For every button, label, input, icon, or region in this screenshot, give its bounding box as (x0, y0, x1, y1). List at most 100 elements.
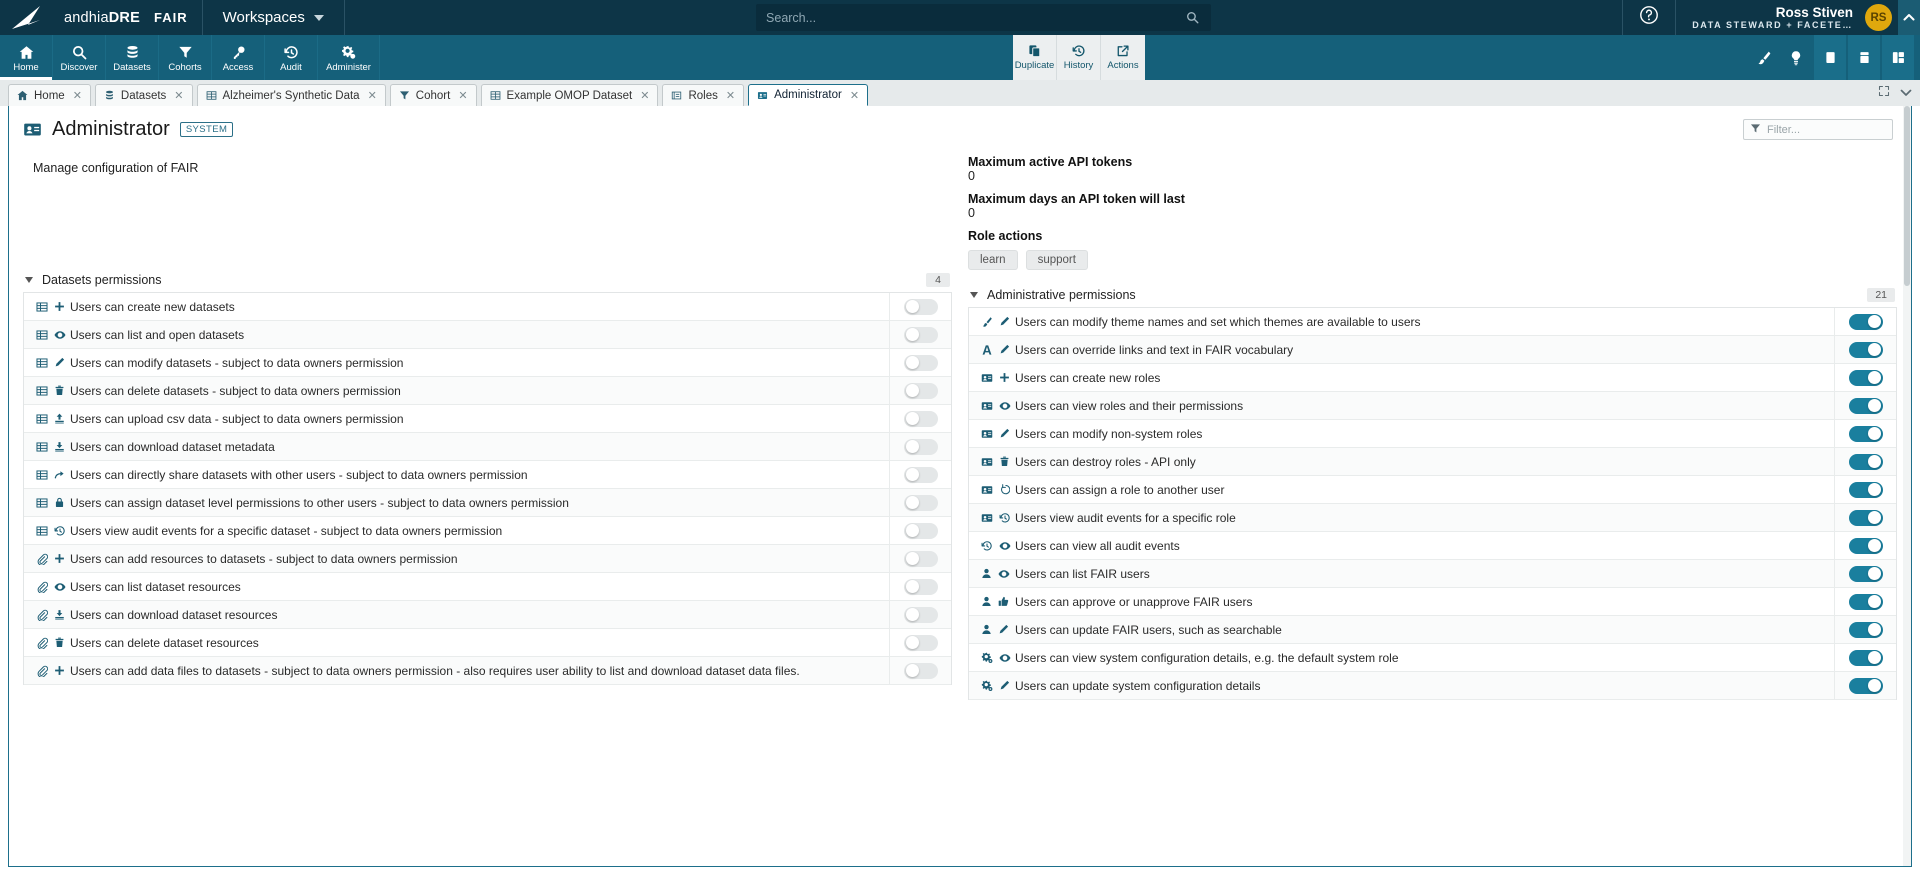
permission-toggle[interactable] (1848, 509, 1883, 526)
permission-toggle[interactable] (1848, 341, 1883, 358)
close-icon[interactable]: ✕ (726, 89, 735, 102)
expand-icon[interactable] (1878, 84, 1890, 102)
permission-toggle[interactable] (903, 354, 938, 371)
permission-toggle[interactable] (1848, 453, 1883, 470)
chevron-down-icon[interactable] (1900, 84, 1912, 102)
permission-toggle[interactable] (903, 494, 938, 511)
permission-toggle[interactable] (903, 438, 938, 455)
permission-toggle[interactable] (1848, 369, 1883, 386)
panel-single-icon[interactable] (1814, 35, 1846, 80)
nav-item-datasets[interactable]: Datasets (106, 35, 159, 80)
permission-toggle[interactable] (903, 522, 938, 539)
pencil-icon (998, 624, 1009, 635)
close-icon[interactable]: ✕ (640, 89, 649, 102)
nav-item-discover[interactable]: Discover (53, 35, 106, 80)
tab-datasets[interactable]: Datasets ✕ (94, 84, 193, 106)
brand-name-part1: andhia (64, 9, 109, 26)
search-icon[interactable] (1186, 11, 1211, 24)
vertical-scrollbar[interactable] (1903, 106, 1911, 866)
nav-item-cohorts[interactable]: Cohorts (159, 35, 212, 80)
history-button[interactable]: History (1057, 35, 1101, 80)
permission-toggle[interactable] (903, 578, 938, 595)
filter-field[interactable] (1743, 119, 1893, 140)
permission-toggle[interactable] (903, 298, 938, 315)
close-icon[interactable]: ✕ (368, 89, 377, 102)
id-card-icon (981, 484, 993, 496)
permission-toggle[interactable] (1848, 621, 1883, 638)
search-input[interactable] (756, 10, 1187, 25)
permission-toggle[interactable] (1848, 481, 1883, 498)
close-icon[interactable]: ✕ (73, 89, 82, 102)
toggle-knob (1867, 399, 1881, 412)
tab-roles[interactable]: Roles ✕ (662, 84, 745, 106)
permission-toggle[interactable] (903, 634, 938, 651)
close-icon[interactable]: ✕ (850, 89, 859, 102)
permission-toggle[interactable] (1848, 397, 1883, 414)
brand-logo[interactable]: andhiaDRE FAIR (0, 0, 203, 35)
permission-row: Users view audit events for a specific d… (24, 517, 951, 545)
database-icon (104, 90, 115, 101)
duplicate-label: Duplicate (1014, 60, 1055, 71)
tab-alzheimers-synthetic-data[interactable]: Alzheimer's Synthetic Data ✕ (196, 84, 386, 106)
tab-home[interactable]: Home ✕ (8, 84, 91, 106)
toggle-knob (905, 580, 919, 593)
nav-item-administer[interactable]: Administer (318, 35, 380, 80)
avatar[interactable]: RS (1865, 4, 1892, 31)
help-button[interactable] (1622, 0, 1677, 35)
lightbulb-icon[interactable] (1780, 35, 1812, 80)
permission-toggle[interactable] (903, 606, 938, 623)
support-button[interactable]: support (1025, 250, 1088, 270)
permission-label: Users can list FAIR users (1015, 566, 1150, 581)
permission-toggle[interactable] (903, 662, 938, 679)
permission-label: Users can create new roles (1015, 370, 1161, 385)
close-icon[interactable]: ✕ (458, 89, 467, 102)
permission-toggle[interactable] (903, 410, 938, 427)
toggle-knob (1867, 679, 1881, 692)
permission-toggle[interactable] (1848, 677, 1883, 694)
permission-toggle[interactable] (903, 550, 938, 567)
pencil-icon (54, 357, 65, 368)
duplicate-button[interactable]: Duplicate (1013, 35, 1057, 80)
permission-icons (981, 400, 1015, 412)
permission-label: Users can view roles and their permissio… (1015, 398, 1244, 413)
tab-cohort[interactable]: Cohort ✕ (389, 84, 477, 106)
download-icon (54, 441, 65, 452)
permission-toggle[interactable] (1848, 565, 1883, 582)
permission-toggle[interactable] (1848, 649, 1883, 666)
global-search[interactable] (756, 4, 1212, 31)
tab-example-omop-dataset[interactable]: Example OMOP Dataset ✕ (480, 84, 659, 106)
user-info[interactable]: Ross Stiven DATA STEWARD + FACETE… (1676, 0, 1865, 35)
permission-toggle[interactable] (1848, 313, 1883, 330)
permission-toggle[interactable] (903, 466, 938, 483)
eye-icon (54, 329, 66, 341)
learn-button[interactable]: learn (968, 250, 1018, 270)
permission-toggle[interactable] (1848, 537, 1883, 554)
nav-item-home[interactable]: Home (0, 35, 53, 80)
brush-icon[interactable] (1748, 35, 1780, 80)
permission-toggle[interactable] (1848, 425, 1883, 442)
panel-stacked-icon[interactable] (1848, 35, 1880, 80)
permission-toggle[interactable] (903, 382, 938, 399)
filter-input[interactable] (1767, 123, 1886, 136)
permission-toggle[interactable] (903, 326, 938, 343)
permission-label: Users can assign dataset level permissio… (70, 495, 569, 510)
permission-icons (981, 456, 1015, 468)
table-icon (36, 525, 48, 537)
tab-administrator[interactable]: Administrator ✕ (748, 84, 869, 106)
permission-icons (981, 624, 1015, 635)
permission-row: Users can view all audit events (969, 532, 1896, 560)
actions-button[interactable]: Actions (1101, 35, 1145, 80)
nav-item-audit[interactable]: Audit (265, 35, 318, 80)
caret-down-icon[interactable] (25, 277, 33, 283)
nav-item-access[interactable]: Access (212, 35, 265, 80)
datasets-permissions-list: Users can create new datasets Users can l… (23, 292, 952, 685)
close-icon[interactable]: ✕ (174, 89, 183, 102)
workspaces-menu[interactable]: Workspaces (203, 0, 345, 35)
panel-split-icon[interactable] (1882, 35, 1914, 80)
collapse-header-button[interactable] (1898, 0, 1920, 35)
permission-toggle[interactable] (1848, 593, 1883, 610)
scrollbar-thumb[interactable] (1904, 106, 1910, 286)
caret-down-icon[interactable] (970, 292, 978, 298)
left-spacer (23, 175, 952, 267)
